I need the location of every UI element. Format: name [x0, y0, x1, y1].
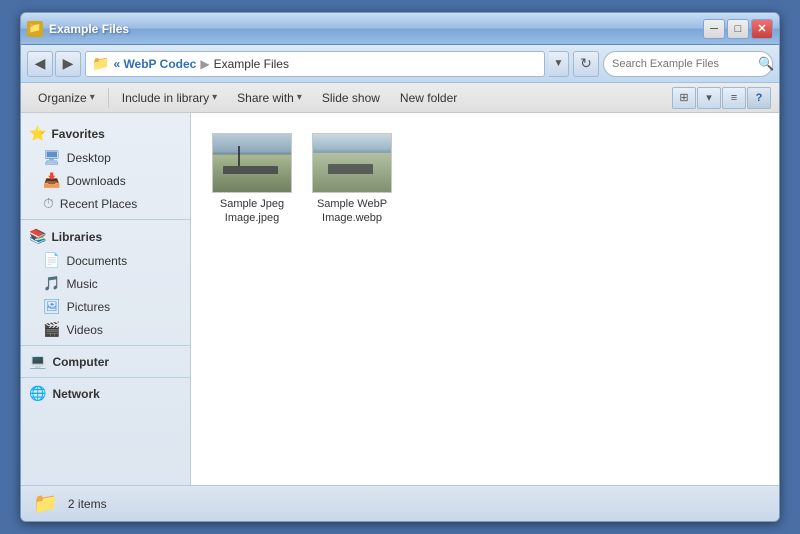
status-count: 2 items: [68, 497, 107, 511]
file-thumbnail-jpeg: [212, 133, 292, 193]
breadcrumb-part1[interactable]: « WebP Codec: [113, 57, 196, 71]
music-icon: 🎵: [43, 275, 60, 292]
minimize-button[interactable]: ─: [703, 19, 725, 39]
search-icon: 🔍: [758, 56, 774, 72]
share-dropdown-icon: ▾: [297, 92, 302, 103]
refresh-icon: ↻: [580, 55, 592, 72]
organize-label: Organize: [38, 91, 87, 105]
window-title: Example Files: [49, 22, 129, 36]
file-thumbnail-webp: [312, 133, 392, 193]
downloads-label: Downloads: [66, 174, 125, 188]
forward-button[interactable]: ▶: [55, 51, 81, 77]
breadcrumb-bar[interactable]: 📁 « WebP Codec ▶ Example Files: [85, 51, 545, 77]
include-in-library-label: Include in library: [122, 91, 209, 105]
breadcrumb-folder-icon: 📁: [92, 55, 109, 72]
details-view-button[interactable]: ≡: [722, 87, 746, 109]
slide-show-button[interactable]: Slide show: [313, 87, 389, 109]
libraries-label: Libraries: [51, 230, 102, 244]
title-controls: ─ □ ✕: [703, 19, 773, 39]
status-folder-icon: 📁: [33, 491, 58, 516]
view-arrow-button[interactable]: ▾: [697, 87, 721, 109]
libraries-icon: 📚: [29, 228, 46, 245]
help-button[interactable]: ?: [747, 87, 771, 109]
include-in-library-button[interactable]: Include in library ▾: [113, 87, 226, 109]
maximize-button[interactable]: □: [727, 19, 749, 39]
sidebar-item-computer[interactable]: 💻 Computer: [21, 350, 190, 373]
organize-button[interactable]: Organize ▾: [29, 87, 104, 109]
status-bar: 📁 2 items: [21, 485, 779, 521]
desktop-icon: 🖥: [43, 149, 61, 166]
downloads-icon: 📥: [43, 172, 60, 189]
include-dropdown-icon: ▾: [212, 92, 217, 103]
title-bar: 📁 Example Files ─ □ ✕: [21, 13, 779, 45]
breadcrumb-part2: Example Files: [214, 57, 289, 71]
videos-label: Videos: [66, 323, 102, 337]
computer-section: 💻 Computer: [21, 350, 190, 373]
sidebar-item-documents[interactable]: 📄 Documents: [21, 249, 190, 272]
toolbar-separator-1: [108, 88, 109, 108]
desktop-label: Desktop: [67, 151, 111, 165]
sidebar-item-downloads[interactable]: 📥 Downloads: [21, 169, 190, 192]
sidebar-item-videos[interactable]: 🎬 Videos: [21, 318, 190, 341]
favorites-icon: ⭐: [29, 125, 46, 142]
network-icon: 🌐: [29, 385, 46, 402]
sidebar-item-music[interactable]: 🎵 Music: [21, 272, 190, 295]
explorer-window: 📁 Example Files ─ □ ✕ ◀ ▶ 📁 « WebP Codec…: [20, 12, 780, 522]
recent-places-label: Recent Places: [60, 197, 137, 211]
main-content: ⭐ Favorites 🖥 Desktop 📥 Downloads ⏱ Rece…: [21, 113, 779, 485]
network-section: 🌐 Network: [21, 382, 190, 405]
pictures-label: Pictures: [67, 300, 110, 314]
breadcrumb-dropdown[interactable]: ▼: [549, 51, 569, 77]
refresh-button[interactable]: ↻: [573, 51, 599, 77]
favorites-header[interactable]: ⭐ Favorites: [21, 121, 190, 146]
file-name-webp: Sample WebP Image.webp: [311, 197, 393, 226]
pictures-icon: 🖼: [43, 298, 61, 315]
forward-icon: ▶: [63, 55, 74, 72]
file-name-jpeg: Sample Jpeg Image.jpeg: [211, 197, 293, 226]
favorites-label: Favorites: [51, 127, 104, 141]
network-label: Network: [52, 387, 99, 401]
slide-show-label: Slide show: [322, 91, 380, 105]
sidebar-divider-2: [21, 345, 190, 346]
file-item-jpeg[interactable]: Sample Jpeg Image.jpeg: [207, 129, 297, 230]
sidebar-item-pictures[interactable]: 🖼 Pictures: [21, 295, 190, 318]
nav-bar: ◀ ▶ 📁 « WebP Codec ▶ Example Files ▼ ↻ 🔍: [21, 45, 779, 83]
breadcrumb-separator: ▶: [200, 57, 209, 71]
sidebar-item-recent-places[interactable]: ⏱ Recent Places: [21, 192, 190, 215]
sidebar-item-desktop[interactable]: 🖥 Desktop: [21, 146, 190, 169]
documents-icon: 📄: [43, 252, 60, 269]
videos-icon: 🎬: [43, 321, 60, 338]
search-input[interactable]: [612, 58, 754, 70]
file-item-webp[interactable]: Sample WebP Image.webp: [307, 129, 397, 230]
file-area: Sample Jpeg Image.jpeg Sample WebP Image…: [191, 113, 779, 485]
sidebar-divider-3: [21, 377, 190, 378]
organize-dropdown-icon: ▾: [90, 92, 95, 103]
window-icon: 📁: [27, 21, 43, 37]
new-folder-label: New folder: [400, 91, 457, 105]
view-icon-button[interactable]: ⊞: [672, 87, 696, 109]
share-with-button[interactable]: Share with ▾: [228, 87, 311, 109]
new-folder-button[interactable]: New folder: [391, 87, 466, 109]
toolbar: Organize ▾ Include in library ▾ Share wi…: [21, 83, 779, 113]
computer-label: Computer: [52, 355, 109, 369]
title-bar-left: 📁 Example Files: [27, 21, 129, 37]
libraries-header[interactable]: 📚 Libraries: [21, 224, 190, 249]
sidebar-divider-1: [21, 219, 190, 220]
close-button[interactable]: ✕: [751, 19, 773, 39]
recent-places-icon: ⏱: [43, 195, 54, 212]
sidebar: ⭐ Favorites 🖥 Desktop 📥 Downloads ⏱ Rece…: [21, 113, 191, 485]
documents-label: Documents: [66, 254, 127, 268]
sidebar-item-network[interactable]: 🌐 Network: [21, 382, 190, 405]
view-buttons: ⊞ ▾ ≡ ?: [672, 87, 771, 109]
back-icon: ◀: [35, 55, 46, 72]
nav-buttons: ◀ ▶: [27, 51, 81, 77]
share-with-label: Share with: [237, 91, 294, 105]
search-bar[interactable]: 🔍: [603, 51, 773, 77]
libraries-section: 📚 Libraries 📄 Documents 🎵 Music 🖼 Pictur…: [21, 224, 190, 341]
back-button[interactable]: ◀: [27, 51, 53, 77]
music-label: Music: [66, 277, 97, 291]
computer-icon: 💻: [29, 353, 46, 370]
favorites-section: ⭐ Favorites 🖥 Desktop 📥 Downloads ⏱ Rece…: [21, 121, 190, 215]
